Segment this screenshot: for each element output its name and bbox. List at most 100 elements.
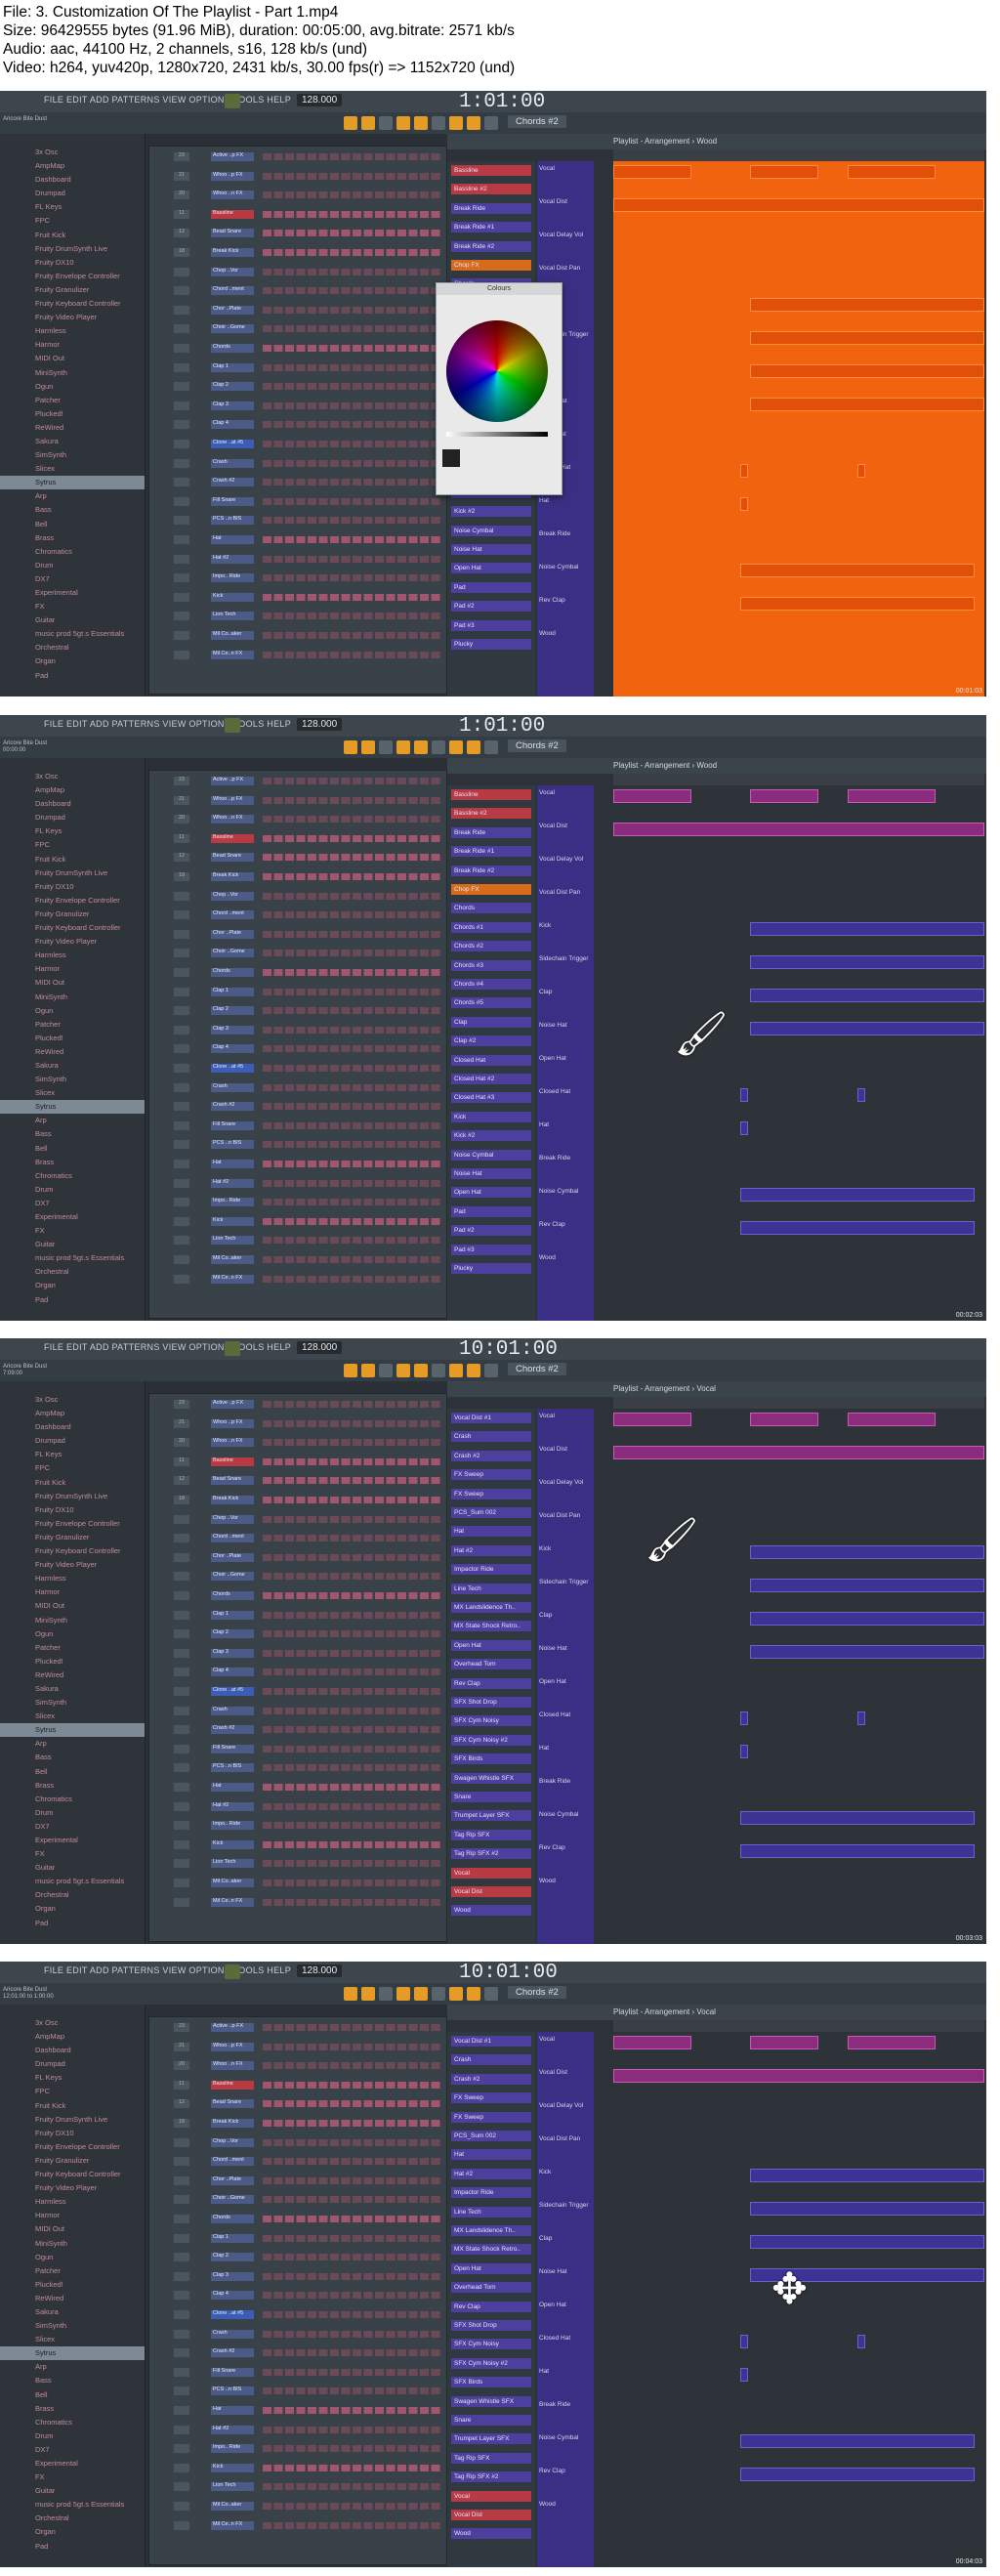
browser-item[interactable]: Plucked!	[0, 1655, 145, 1668]
step-sequencer[interactable]	[263, 2024, 442, 2031]
browser-item[interactable]: MiniSynth	[0, 991, 145, 1004]
clip-source-item[interactable]: Pad	[451, 581, 531, 593]
browser-item[interactable]: Bell	[0, 1142, 145, 1156]
step-sequencer[interactable]	[263, 1860, 442, 1868]
playlist-clip[interactable]	[857, 1088, 865, 1102]
browser-item[interactable]: Experimental	[0, 1210, 145, 1224]
step-sequencer[interactable]	[263, 651, 442, 658]
browser-item[interactable]: Chromatics	[0, 1793, 145, 1806]
browser-item[interactable]: Plucked!	[0, 1032, 145, 1045]
playlist-clip[interactable]	[750, 1413, 818, 1426]
step-sequencer[interactable]	[263, 421, 442, 429]
channel-name-button[interactable]: Mil Co..aker	[211, 631, 254, 640]
channel-row[interactable]: Clap 3	[149, 1025, 446, 1035]
browser-item[interactable]: Fruity DX10	[0, 2127, 145, 2140]
playlist-clip[interactable]	[750, 1545, 984, 1559]
browser-item[interactable]: music prod 5gt.s Essentials	[0, 1251, 145, 1265]
browser-item[interactable]: Drumpad	[0, 2057, 145, 2071]
clip-source-item[interactable]: Overhead Tom	[451, 2282, 531, 2294]
browser-item[interactable]: Bell	[0, 2388, 145, 2402]
clip-source-item[interactable]: Vocal Dist	[451, 1886, 531, 1897]
channel-row[interactable]: 11 Bassline	[149, 209, 446, 220]
channel-name-button[interactable]: Clap 2	[211, 382, 254, 392]
browser-item[interactable]: Fruit Kick	[0, 2099, 145, 2113]
channel-row[interactable]: Choir ..Gome	[149, 949, 446, 958]
track-label[interactable]: Break Ride	[539, 530, 570, 537]
channel-name-button[interactable]: Clap 4	[211, 420, 254, 430]
channel-name-button[interactable]: Chords	[211, 2215, 254, 2223]
toolbar-button[interactable]	[396, 740, 410, 754]
toolbar-button[interactable]	[379, 740, 393, 754]
channel-row[interactable]: Crash #2	[149, 1102, 446, 1112]
channel-row[interactable]: 18 Break Kick	[149, 1496, 446, 1505]
track-label[interactable]: Vocal Delay Vol	[539, 2102, 583, 2109]
channel-name-button[interactable]: Clone ..at #5	[211, 440, 254, 448]
playlist-clip[interactable]	[857, 1711, 865, 1725]
browser-item[interactable]: music prod 5gt.s Essentials	[0, 1875, 145, 1888]
browser-item[interactable]: Drum	[0, 559, 145, 572]
playlist-clip[interactable]	[613, 2036, 691, 2049]
browser-item[interactable]: Sytrus	[0, 1723, 145, 1738]
step-sequencer[interactable]	[263, 854, 442, 862]
channel-name-button[interactable]: Fill Snare	[211, 496, 254, 506]
browser-item[interactable]: Drum	[0, 1183, 145, 1197]
playlist-clip[interactable]	[740, 2434, 975, 2448]
channel-row[interactable]: Mil Ce..n FX	[149, 650, 446, 660]
channel-name-button[interactable]: Kick	[211, 1216, 254, 1226]
channel-name-button[interactable]: Hat #2	[211, 1801, 254, 1811]
browser-item[interactable]: Dashboard	[0, 2044, 145, 2057]
browser-item[interactable]: Slicex	[0, 2333, 145, 2346]
channel-name-button[interactable]: Clap 3	[211, 401, 254, 410]
clip-source-item[interactable]: Vocal Dist #1	[451, 2036, 531, 2047]
channel-name-button[interactable]: Choir ..Gome	[211, 2195, 254, 2205]
channel-name-button[interactable]: Clone ..at #5	[211, 1064, 254, 1073]
channel-name-button[interactable]: Chor ..Plate	[211, 2175, 254, 2185]
browser-item[interactable]: AmpMap	[0, 2030, 145, 2044]
track-label[interactable]: Hat	[539, 1745, 549, 1752]
browser-item[interactable]: Sytrus	[0, 476, 145, 490]
channel-row[interactable]: 12 Bead Snare	[149, 229, 446, 238]
channel-row[interactable]: Hat #2	[149, 1178, 446, 1189]
track-label[interactable]: Kick	[539, 1545, 551, 1552]
toolbar-button[interactable]	[344, 1987, 357, 2001]
channel-row[interactable]: Impo.. Ride	[149, 573, 446, 583]
channel-name-button[interactable]: Clap 4	[211, 2291, 254, 2301]
toolbar-button[interactable]	[467, 740, 480, 754]
track-label[interactable]: Open Hat	[539, 1055, 566, 1062]
channel-row[interactable]: Lion Tech	[149, 1236, 446, 1246]
step-sequencer[interactable]	[263, 2330, 442, 2338]
browser-item[interactable]: Harmless	[0, 324, 145, 338]
channel-name-button[interactable]: Chords	[211, 1591, 254, 1600]
toolbar-button[interactable]	[361, 740, 375, 754]
toolbar-button[interactable]	[361, 1987, 375, 2001]
playlist-clip[interactable]	[750, 2169, 984, 2182]
playlist-clip[interactable]	[848, 2036, 936, 2049]
channel-name-button[interactable]: Clap 3	[211, 1025, 254, 1035]
channel-name-button[interactable]: Chord ..ment	[211, 286, 254, 296]
clip-source-item[interactable]: SFX Cym Noisy	[451, 1715, 531, 1727]
channel-row[interactable]: Crash	[149, 458, 446, 469]
toolbar-button[interactable]	[396, 1987, 410, 2001]
browser-item[interactable]: FPC	[0, 2085, 145, 2098]
clip-source-item[interactable]: SFX Birds	[451, 1753, 531, 1765]
browser-item[interactable]: ReWired	[0, 1045, 145, 1059]
playlist-clip[interactable]	[740, 1811, 975, 1825]
channel-name-button[interactable]: Impo.. Ride	[211, 573, 254, 583]
browser-item[interactable]: Fruity DX10	[0, 880, 145, 894]
playlist-clip[interactable]	[750, 1022, 984, 1035]
channel-name-button[interactable]: Clap 1	[211, 2233, 254, 2243]
track-label[interactable]: Kick	[539, 2169, 551, 2175]
channel-name-button[interactable]: Chord ..ment	[211, 910, 254, 920]
browser-item[interactable]: Drum	[0, 2429, 145, 2443]
channel-name-button[interactable]: Lion Tech	[211, 2482, 254, 2492]
browser-item[interactable]: Organ	[0, 1902, 145, 1916]
step-sequencer[interactable]	[263, 1457, 442, 1465]
channel-row[interactable]: Chords	[149, 968, 446, 978]
step-sequencer[interactable]	[263, 632, 442, 639]
channel-name-button[interactable]: Break Kick	[211, 2119, 254, 2128]
toolbar-button[interactable]	[361, 1364, 375, 1377]
playlist-clip[interactable]	[750, 398, 984, 411]
tempo-display[interactable]: 128.000	[297, 718, 343, 731]
track-label[interactable]: Vocal Dist Pan	[539, 889, 580, 896]
channel-name-button[interactable]: Active ..p FX	[211, 777, 254, 785]
